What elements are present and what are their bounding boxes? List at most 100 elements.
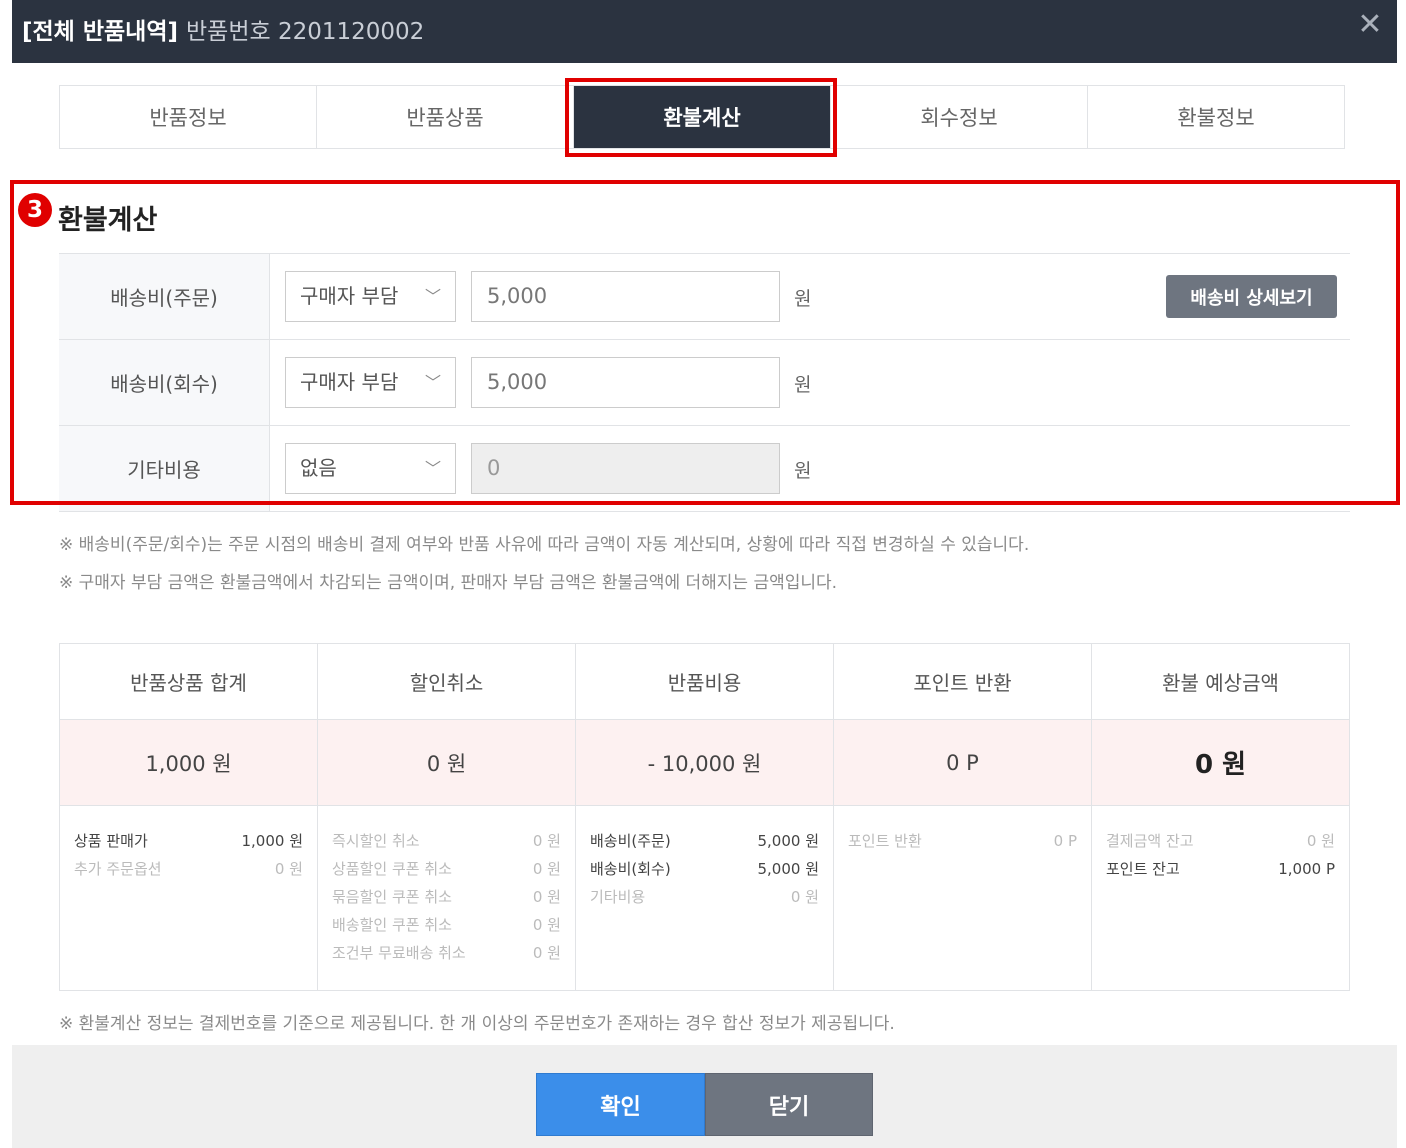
form-row-other-cost: 기타비용 없음 ﹀ 0 원 xyxy=(59,426,1350,512)
summary-column: 환불 예상금액 0 원 결제금액 잔고 0 원 포인트 잔고 1,000 P xyxy=(1092,644,1349,990)
summary-column: 반품상품 합계 1,000 원 상품 판매가 1,000 원 추가 주문옵션 0 원 xyxy=(60,644,318,990)
summary-value: - 10,000 원 xyxy=(576,720,833,806)
form-row-order-shipping: 배송비(주문) 구매자 부담 ﹀ 5,000 원 배송비 상세보기 xyxy=(59,254,1350,340)
modal-title-label: [전체 반품내역] xyxy=(22,19,178,45)
form-cell: 구매자 부담 ﹀ 5,000 원 배송비 상세보기 xyxy=(270,254,1350,339)
detail-value: 5,000 원 xyxy=(757,832,819,850)
tab-refund-info[interactable]: 환불정보 xyxy=(1088,86,1344,148)
detail-label: 포인트 잔고 xyxy=(1106,860,1180,878)
other-cost-select[interactable]: 없음 ﹀ xyxy=(285,443,456,494)
tab-collection-info[interactable]: 회수정보 xyxy=(831,86,1088,148)
summary-details: 즉시할인 취소 0 원 상품할인 쿠폰 취소 0 원 묶음할인 쿠폰 취소 0 원 배… xyxy=(318,806,575,970)
confirm-button[interactable]: 확인 xyxy=(536,1073,705,1136)
return-number: 반품번호 2201120002 xyxy=(186,19,425,45)
summary-column: 반품비용 - 10,000 원 배송비(주문) 5,000 원 배송비(회수) 5,… xyxy=(576,644,834,990)
fee-bearer-select[interactable]: 구매자 부담 ﹀ xyxy=(285,271,456,322)
detail-value: 0 원 xyxy=(274,860,303,878)
summary-value: 0 P xyxy=(834,720,1091,806)
summary-value: 0 원 xyxy=(318,720,575,806)
expected-refund-value: 0 원 xyxy=(1092,720,1349,806)
form-cell: 없음 ﹀ 0 원 xyxy=(270,426,1350,511)
detail-label: 결제금액 잔고 xyxy=(1106,832,1194,850)
detail-line: 조건부 무료배송 취소 0 원 xyxy=(332,942,561,970)
detail-line: 기타비용 0 원 xyxy=(590,886,819,914)
select-value: 구매자 부담 xyxy=(300,370,399,394)
detail-value: 0 원 xyxy=(532,888,561,906)
detail-value: 0 원 xyxy=(1306,832,1335,850)
detail-line: 추가 주문옵션 0 원 xyxy=(74,858,303,886)
tab-bar: 반품정보 반품상품 환불계산 회수정보 환불정보 xyxy=(59,85,1345,149)
amount-input[interactable]: 5,000 xyxy=(471,357,780,408)
section-title: 환불계산 xyxy=(58,205,158,236)
detail-label: 포인트 반환 xyxy=(848,832,922,850)
info-note: ※ 배송비(주문/회수)는 주문 시점의 배송비 결제 여부와 반품 사유에 따… xyxy=(59,535,1030,555)
detail-line: 포인트 반환 0 P xyxy=(848,830,1077,858)
footer-note: ※ 환불계산 정보는 결제번호를 기준으로 제공됩니다. 한 개 이상의 주문번… xyxy=(59,1014,895,1034)
detail-line: 묶음할인 쿠폰 취소 0 원 xyxy=(332,886,561,914)
chevron-down-icon: ﹀ xyxy=(424,459,441,478)
detail-value: 1,000 원 xyxy=(241,832,303,850)
fee-bearer-select[interactable]: 구매자 부담 ﹀ xyxy=(285,357,456,408)
summary-header: 환불 예상금액 xyxy=(1092,644,1349,720)
detail-label: 배송할인 쿠폰 취소 xyxy=(332,916,452,934)
detail-line: 즉시할인 취소 0 원 xyxy=(332,830,561,858)
form-row-return-shipping: 배송비(회수) 구매자 부담 ﹀ 5,000 원 xyxy=(59,340,1350,426)
tab-refund-calculation[interactable]: 환불계산 xyxy=(574,86,831,148)
chevron-down-icon: ﹀ xyxy=(424,373,441,392)
detail-label: 추가 주문옵션 xyxy=(74,860,162,878)
detail-value: 1,000 P xyxy=(1278,860,1335,878)
info-note: ※ 구매자 부담 금액은 환불금액에서 차감되는 금액이며, 판매자 부담 금액… xyxy=(59,573,838,593)
unit-label: 원 xyxy=(794,288,812,310)
select-value: 구매자 부담 xyxy=(300,284,399,308)
close-icon[interactable]: ✕ xyxy=(1355,10,1385,40)
detail-label: 조건부 무료배송 취소 xyxy=(332,944,466,962)
detail-line: 상품할인 쿠폰 취소 0 원 xyxy=(332,858,561,886)
form-label: 배송비(회수) xyxy=(59,340,270,425)
detail-label: 묶음할인 쿠폰 취소 xyxy=(332,888,452,906)
shipping-detail-button[interactable]: 배송비 상세보기 xyxy=(1166,275,1337,318)
detail-value: 0 원 xyxy=(532,860,561,878)
close-button[interactable]: 닫기 xyxy=(705,1073,873,1136)
detail-line: 결제금액 잔고 0 원 xyxy=(1106,830,1335,858)
summary-column: 포인트 반환 0 P 포인트 반환 0 P xyxy=(834,644,1092,990)
detail-line: 배송할인 쿠폰 취소 0 원 xyxy=(332,914,561,942)
form-cell: 구매자 부담 ﹀ 5,000 원 xyxy=(270,340,1350,425)
summary-header: 포인트 반환 xyxy=(834,644,1091,720)
summary-details: 포인트 반환 0 P xyxy=(834,806,1091,858)
summary-column: 할인취소 0 원 즉시할인 취소 0 원 상품할인 쿠폰 취소 0 원 묶음할인 쿠… xyxy=(318,644,576,990)
summary-details: 결제금액 잔고 0 원 포인트 잔고 1,000 P xyxy=(1092,806,1349,886)
modal-title: [전체 반품내역] 반품번호 2201120002 xyxy=(22,12,424,46)
detail-value: 0 원 xyxy=(532,944,561,962)
detail-line: 배송비(주문) 5,000 원 xyxy=(590,830,819,858)
summary-details: 배송비(주문) 5,000 원 배송비(회수) 5,000 원 기타비용 0 원 xyxy=(576,806,833,914)
amount-input[interactable]: 5,000 xyxy=(471,271,780,322)
refund-summary-table: 반품상품 합계 1,000 원 상품 판매가 1,000 원 추가 주문옵션 0 원… xyxy=(59,643,1350,991)
summary-header: 할인취소 xyxy=(318,644,575,720)
select-value: 없음 xyxy=(300,456,337,480)
tab-return-products[interactable]: 반품상품 xyxy=(317,86,574,148)
unit-label: 원 xyxy=(794,460,812,482)
summary-header: 반품상품 합계 xyxy=(60,644,317,720)
detail-line: 상품 판매가 1,000 원 xyxy=(74,830,303,858)
unit-label: 원 xyxy=(794,374,812,396)
detail-line: 포인트 잔고 1,000 P xyxy=(1106,858,1335,886)
amount-input-disabled: 0 xyxy=(471,443,780,494)
detail-value: 0 P xyxy=(1053,832,1077,850)
form-label: 기타비용 xyxy=(59,426,270,511)
modal-header: [전체 반품내역] 반품번호 2201120002 ✕ xyxy=(12,0,1397,63)
tab-return-info[interactable]: 반품정보 xyxy=(60,86,317,148)
summary-details: 상품 판매가 1,000 원 추가 주문옵션 0 원 xyxy=(60,806,317,886)
shipping-fee-form: 배송비(주문) 구매자 부담 ﹀ 5,000 원 배송비 상세보기 배송비(회수… xyxy=(59,253,1350,512)
detail-value: 5,000 원 xyxy=(757,860,819,878)
detail-value: 0 원 xyxy=(532,832,561,850)
summary-header: 반품비용 xyxy=(576,644,833,720)
step-badge: 3 xyxy=(18,193,52,227)
summary-value: 1,000 원 xyxy=(60,720,317,806)
detail-value: 0 원 xyxy=(790,888,819,906)
detail-label: 상품 판매가 xyxy=(74,832,148,850)
detail-line: 배송비(회수) 5,000 원 xyxy=(590,858,819,886)
detail-label: 기타비용 xyxy=(590,888,646,906)
detail-label: 즉시할인 취소 xyxy=(332,832,420,850)
detail-label: 배송비(회수) xyxy=(590,860,671,878)
detail-label: 배송비(주문) xyxy=(590,832,671,850)
